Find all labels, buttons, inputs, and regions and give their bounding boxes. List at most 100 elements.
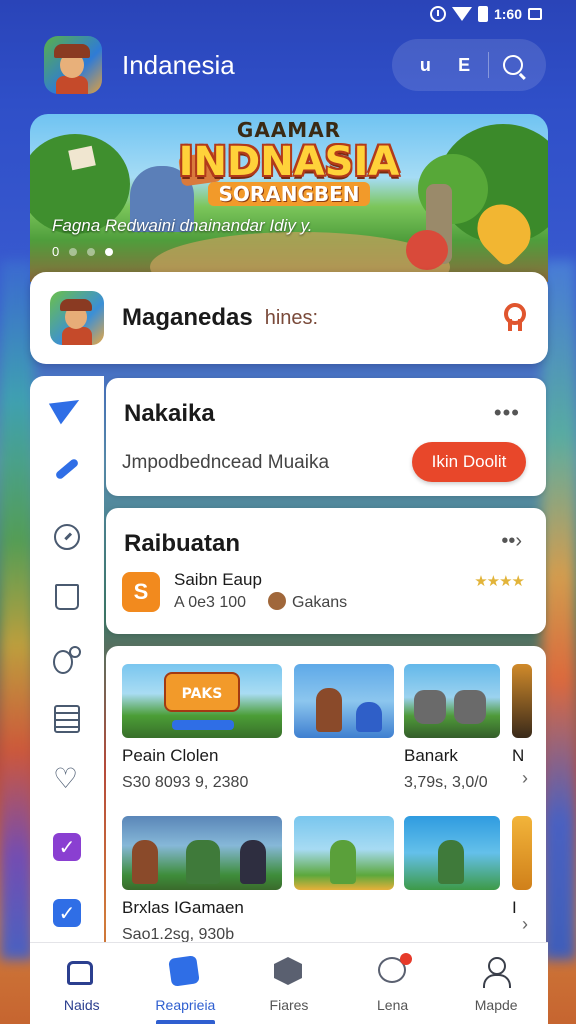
rail-history[interactable] [52,522,82,552]
header-divider [487,52,489,78]
category-icon [268,592,286,610]
rail-edit[interactable] [52,454,82,484]
carousel-indicator[interactable]: 0 [52,244,114,259]
status-time: 1:60 [493,6,522,22]
game-tile[interactable]: PAKS Peain Clolen S30 8093 9, 2380 [122,664,282,792]
game-title: Brxlas IGamaen [122,898,244,917]
user-icon [481,957,512,988]
app-small-icon[interactable]: S [122,572,160,612]
game-tile[interactable]: Brxlas IGamaen Sao1.2sg, 930b [122,816,282,942]
game-title: I [512,898,517,917]
nav-label: Mapde [474,997,518,1013]
game-title: N [512,746,525,765]
header-actions: u E [392,39,546,91]
rail-collection[interactable] [52,582,82,612]
featured-title: Maganedas [122,304,253,331]
game-thumbnail [404,816,500,890]
bottom-navigation: Naids Reaprieia Fiares Lena Mapde [30,942,548,1024]
battery-icon [477,6,488,22]
game-title: Peain Clolen [122,746,219,765]
hero-banner[interactable]: GAAMAR INDNASIA SORANGBEN Fagna Redwaini… [30,114,548,282]
check-square-blue-icon: ✓ [53,899,81,927]
game-thumbnail [122,816,282,890]
game-thumbnail [512,664,532,738]
nav-label: Reaprieia [155,997,216,1013]
chat-icon [377,953,412,987]
screen-icon [528,8,542,20]
section-card-raibuatan: Raibuatan ••› S Saibn Eaup A 0e3 100 Gak… [106,508,546,634]
section-title: Raibuatan [124,530,241,557]
nav-lena[interactable]: Lena [341,943,445,1024]
hero-caption: Fagna Redwaini dnainandar Idiy y. [52,216,313,235]
primary-action-button[interactable]: Ikin Doolit [412,442,526,482]
background-blur-left [0,260,34,960]
list-icon [54,705,80,733]
pen-icon [54,457,80,481]
game-thumbnail [294,816,394,890]
rating-stars: ★★★★ [474,572,525,590]
nav-label: Lena [377,997,409,1013]
rail-done[interactable]: ✓ [52,898,82,928]
circles-icon [53,646,81,674]
item-name[interactable]: Saibn Eaup [174,570,262,590]
alarm-icon [429,6,446,22]
item-meta: A 0e3 100 [174,594,247,611]
clock-icon [54,524,80,550]
carousel-dot-active[interactable] [105,247,114,256]
home-icon [66,957,97,987]
app-title: Indanesia [122,49,235,80]
status-bar: 1:60 [0,0,576,32]
carousel-dot[interactable] [69,247,78,256]
award-badge-icon[interactable] [502,303,528,333]
game-thumbnail: PAKS [122,664,282,738]
game-tile[interactable]: › [404,816,528,934]
u-button[interactable]: u [410,50,440,80]
section-title: Nakaika [124,400,215,427]
box-icon [273,957,304,987]
rail-tasks[interactable]: ✓ [52,832,82,862]
nav-profile[interactable]: Mapde [444,943,548,1024]
hero-subtitle: SORANGBEN [208,182,370,206]
nav-label: Fiares [269,997,309,1013]
hero-main-title: INDNASIA [178,139,400,185]
game-tile[interactable]: N [512,664,532,766]
game-tile[interactable] [294,664,394,738]
status-icons: 1:60 [429,6,542,22]
carousel-dot[interactable] [87,247,96,256]
active-tab-indicator [155,1020,216,1024]
send-icon [48,389,86,425]
game-tile[interactable]: Banark 3,79s, 3,0/0 › [404,664,528,792]
game-tile[interactable] [294,816,394,890]
rail-send[interactable] [48,389,86,425]
item-category: Gakans [292,594,348,611]
section-card-nakaika: Nakaika ••• Jmpodbedncead Muaika Ikin Do… [106,378,546,496]
game-meta: Sao1.2sg, 930b [122,926,235,942]
nav-reaprieia[interactable]: Reaprieia [134,943,238,1024]
featured-game-icon [50,291,104,345]
game-tile[interactable]: I [512,816,532,918]
rail-list[interactable] [52,704,82,734]
chevron-right-icon[interactable]: › [522,768,528,789]
game-logo: PAKS [164,672,240,712]
e-button[interactable]: E [449,50,479,80]
game-title: Banark [404,746,458,765]
slide-number: 0 [52,244,60,259]
rail-favorites[interactable] [52,762,82,798]
check-square-purple-icon: ✓ [53,833,81,861]
search-button[interactable] [498,50,528,80]
game-thumbnail [512,816,532,890]
rail-social[interactable] [52,644,82,674]
featured-subtitle: hines: [264,306,319,329]
game-meta: 3,79s, 3,0/0 [404,774,488,791]
more-options-icon[interactable]: ••• [494,400,520,426]
game-meta: S30 8093 9, 2380 [122,774,249,791]
featured-card[interactable]: Maganedas hines: [30,272,548,364]
nav-home[interactable]: Naids [30,943,134,1024]
heart-icon [53,762,79,795]
cup-icon [55,584,79,610]
more-arrow-icon[interactable]: ••› [501,530,522,553]
nav-fiares[interactable]: Fiares [237,943,341,1024]
background-blur-right [542,260,576,960]
nav-label: Naids [63,997,100,1013]
app-header: Indanesia u E [44,36,546,94]
